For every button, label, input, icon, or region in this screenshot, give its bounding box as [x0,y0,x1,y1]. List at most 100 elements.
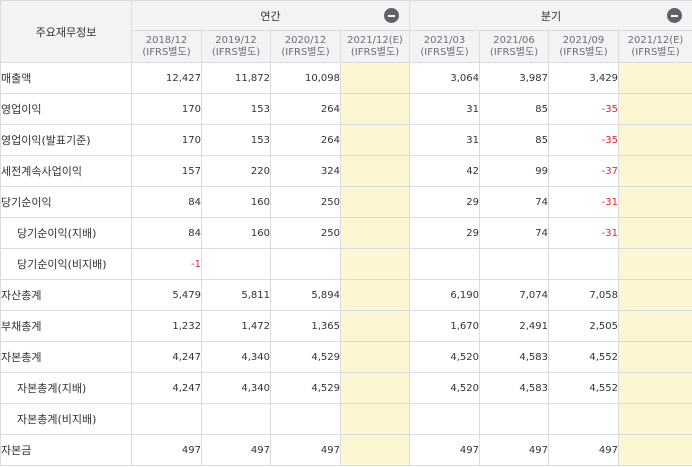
column-period: 2021/12(E) [627,34,684,46]
table-cell: 3,064 [409,62,480,94]
table-cell: 220 [201,155,271,187]
table-cell: 4,247 [131,372,202,404]
row-label: 세전계속사업이익 [0,155,132,187]
row-label: 자본총계(비지배) [0,403,132,435]
table-row: 자본총계 4,247 4,340 4,529 4,520 4,583 4,552 [0,341,692,373]
table-cell: 153 [201,124,271,156]
table-cell: 7,074 [479,279,549,311]
table-cell: 4,552 [548,341,619,373]
table-cell [340,372,410,404]
column-basis: (IFRS별도) [281,46,330,58]
column-header-1: 2019/12 (IFRS별도) [201,30,271,63]
table-cell [201,403,271,435]
column-period: 2021/06 [493,34,535,46]
table-cell: 497 [479,434,549,466]
column-period: 2019/12 [215,34,257,46]
table-cell [340,155,410,187]
group-label-annual: 연간 [260,9,281,23]
table-cell [340,279,410,311]
table-cell [479,248,549,280]
column-header-5: 2021/06 (IFRS별도) [479,30,549,63]
table-row: 자본금 497 497 497 497 497 497 [0,434,692,466]
table-cell: 11,872 [201,62,271,94]
table-cell [340,93,410,125]
table-cell [479,403,549,435]
column-basis: (IFRS별도) [489,46,539,58]
table-row: 자본총계(지배) 4,247 4,340 4,529 4,520 4,583 4,552 [0,372,692,404]
table-cell: 6,190 [409,279,480,311]
table-cell: 29 [409,186,480,218]
table-cell: 1,232 [131,310,202,342]
table-cell: 31 [409,93,480,125]
column-header-3: 2021/12(E) (IFRS별도) [340,30,410,63]
table-title: 주요재무정보 [0,0,132,63]
table-cell: 497 [201,434,271,466]
table-cell: 4,583 [479,372,549,404]
table-cell [618,62,692,94]
table-row: 당기순이익(지배) 84 160 250 29 74 -31 [0,217,692,249]
row-label: 당기순이익(지배) [0,217,132,249]
table-cell: 2,505 [548,310,619,342]
table-cell [340,186,410,218]
table-cell: 74 [479,186,549,218]
table-cell: 4,583 [479,341,549,373]
row-label: 영업이익(발표기준) [0,124,132,156]
table-cell [618,186,692,218]
table-cell: 170 [131,124,202,156]
table-row: 매출액 12,427 11,872 10,098 3,064 3,987 3,429 [0,62,692,94]
table-cell: -35 [548,93,619,125]
table-cell [548,403,619,435]
column-header-4: 2021/03 (IFRS별도) [409,30,480,63]
row-label: 영업이익 [0,93,132,125]
table-cell: 85 [479,124,549,156]
table-cell: 5,811 [201,279,271,311]
row-label: 자본총계(지배) [0,372,132,404]
row-label: 자본총계 [0,341,132,373]
collapse-quarter-icon[interactable] [667,8,682,23]
table-cell [340,434,410,466]
table-cell: 250 [270,217,341,249]
table-cell [618,403,692,435]
table-cell [409,248,480,280]
table-cell: -1 [131,248,202,280]
row-label: 부채총계 [0,310,132,342]
table-cell: -37 [548,155,619,187]
group-header-quarter: 분기 [409,0,692,31]
table-cell: 4,552 [548,372,619,404]
table-cell: 153 [201,93,271,125]
row-label: 매출액 [0,62,132,94]
table-cell [618,434,692,466]
table-cell: 74 [479,217,549,249]
column-period: 2018/12 [145,34,188,46]
table-cell [131,403,202,435]
column-period: 2021/09 [562,34,605,46]
table-row: 자본총계(비지배) [0,403,692,435]
table-cell: 497 [270,434,341,466]
row-label: 자산총계 [0,279,132,311]
column-header-0: 2018/12 (IFRS별도) [131,30,202,63]
table-cell [548,248,619,280]
collapse-annual-icon[interactable] [384,8,399,23]
table-cell: -31 [548,217,619,249]
table-cell [270,248,341,280]
table-cell: 10,098 [270,62,341,94]
table-cell [340,248,410,280]
table-cell: 3,987 [479,62,549,94]
table-cell [618,155,692,187]
column-header-7: 2021/12(E) (IFRS별도) [618,30,692,63]
table-cell [201,248,271,280]
row-label: 당기순이익 [0,186,132,218]
table-row: 당기순이익 84 160 250 29 74 -31 [0,186,692,218]
column-basis: (IFRS별도) [420,46,469,58]
table-cell: 4,529 [270,341,341,373]
table-cell: 12,427 [131,62,202,94]
table-cell: 497 [409,434,480,466]
table-cell: 1,472 [201,310,271,342]
table-cell: 85 [479,93,549,125]
table-cell [618,124,692,156]
column-period: 2021/12(E) [347,34,403,46]
table-cell [618,310,692,342]
table-row: 세전계속사업이익 157 220 324 42 99 -37 [0,155,692,187]
column-basis: (IFRS별도) [631,46,680,58]
table-cell: 99 [479,155,549,187]
